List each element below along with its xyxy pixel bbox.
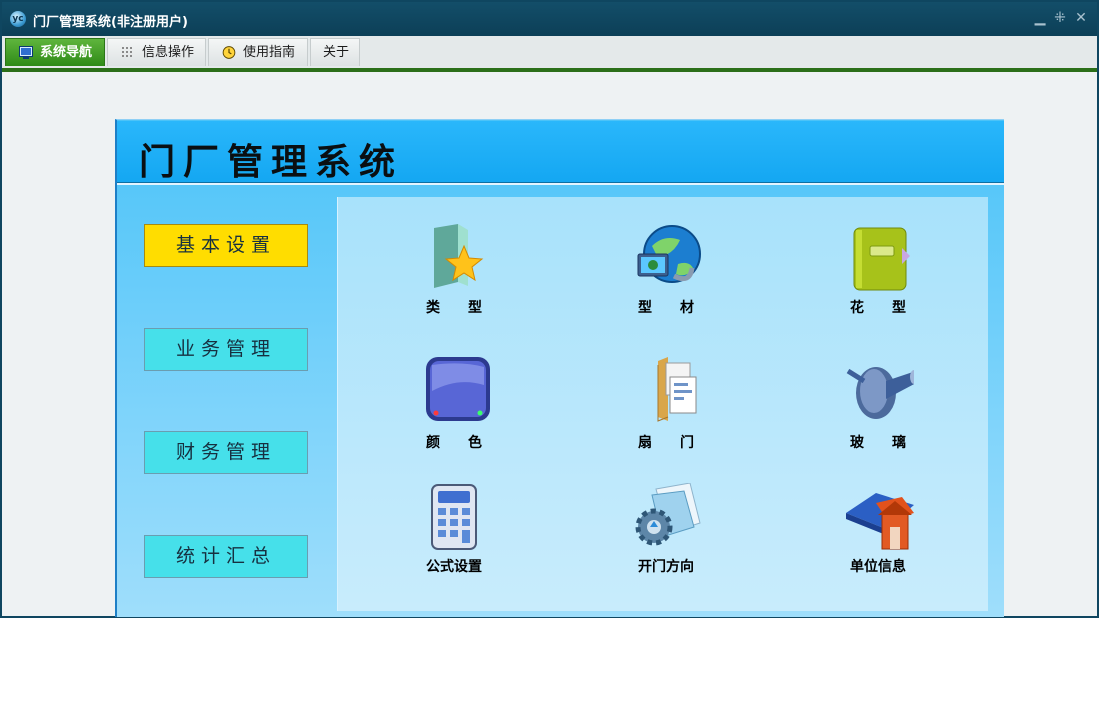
- globe-monitor-icon: [637, 225, 701, 283]
- module-formula-settings[interactable]: 公式设置: [394, 483, 514, 593]
- close-icon[interactable]: ✕: [1073, 9, 1089, 27]
- tab-user-guide[interactable]: 使用指南: [208, 38, 308, 66]
- module-type[interactable]: 类 型: [394, 224, 514, 334]
- tab-about[interactable]: 关于: [310, 38, 360, 66]
- tab-info-operation[interactable]: 信息操作: [107, 38, 206, 66]
- module-color[interactable]: 颜 色: [394, 355, 514, 465]
- module-profile[interactable]: 型 材: [606, 224, 726, 334]
- finance-management-button[interactable]: 财务管理: [144, 431, 308, 474]
- document-folder-icon: [657, 357, 697, 422]
- module-company-info[interactable]: 单位信息: [818, 483, 938, 593]
- module-opening-direction[interactable]: 开门方向: [606, 483, 726, 593]
- module-pattern[interactable]: 花 型: [818, 224, 938, 334]
- statistics-summary-button[interactable]: 统计汇总: [144, 535, 308, 578]
- tab-bar: 系统导航 信息操作 使用指南 关于: [2, 36, 1097, 72]
- color-screen-icon: [426, 357, 490, 421]
- main-content: 门厂管理系统 基本设置 业务管理 财务管理 统计汇总 类 型 型 材 花 型 颜…: [2, 72, 1097, 617]
- module-label: 花 型: [850, 300, 906, 316]
- tab-label: 信息操作: [142, 45, 195, 60]
- restore-icon[interactable]: ⁜: [1052, 9, 1068, 27]
- module-glass[interactable]: 玻 璃: [818, 355, 938, 465]
- module-label: 玻 璃: [850, 435, 906, 451]
- module-label: 单位信息: [850, 559, 906, 575]
- banner: 门厂管理系统: [117, 121, 1004, 183]
- module-label: 扇 门: [638, 435, 694, 451]
- app-window: yc 门厂管理系统(非注册用户) ▁ ⁜ ✕ 系统导航 信息操作 使用指南 关于…: [0, 0, 1099, 618]
- calculator-icon: [431, 484, 477, 550]
- clock-icon: [222, 46, 236, 59]
- module-label: 型 材: [638, 300, 694, 316]
- window-title: 门厂管理系统(非注册用户): [33, 15, 188, 30]
- module-grid: 类 型 型 材 花 型 颜 色 扇 门 玻 璃 公式设置 开门方向 单位信息: [337, 197, 988, 611]
- star-folder-icon: [434, 224, 484, 288]
- minimize-icon[interactable]: ▁: [1032, 9, 1048, 27]
- telescope-icon: [846, 367, 914, 419]
- banner-title: 门厂管理系统: [139, 142, 404, 183]
- tab-label: 使用指南: [243, 45, 296, 60]
- module-label: 类 型: [426, 300, 482, 316]
- monitor-icon: [19, 46, 33, 59]
- gear-paper-icon: [635, 483, 701, 546]
- basic-settings-button[interactable]: 基本设置: [144, 224, 308, 267]
- module-door-leaf[interactable]: 扇 门: [606, 355, 726, 465]
- grid-icon: [122, 47, 132, 57]
- navigation-panel: 门厂管理系统 基本设置 业务管理 财务管理 统计汇总 类 型 型 材 花 型 颜…: [115, 119, 1004, 617]
- module-label: 颜 色: [426, 435, 482, 451]
- tab-label: 关于: [323, 45, 350, 60]
- notebook-icon: [853, 227, 910, 291]
- house-book-icon: [846, 493, 914, 550]
- tab-label: 系统导航: [40, 45, 93, 60]
- module-label: 开门方向: [638, 559, 694, 575]
- title-bar[interactable]: yc 门厂管理系统(非注册用户) ▁ ⁜ ✕: [2, 2, 1097, 36]
- tab-system-navigation[interactable]: 系统导航: [5, 38, 105, 66]
- app-logo-icon: yc: [10, 11, 26, 27]
- banner-divider: [117, 183, 1004, 185]
- business-management-button[interactable]: 业务管理: [144, 328, 308, 371]
- module-label: 公式设置: [426, 559, 482, 575]
